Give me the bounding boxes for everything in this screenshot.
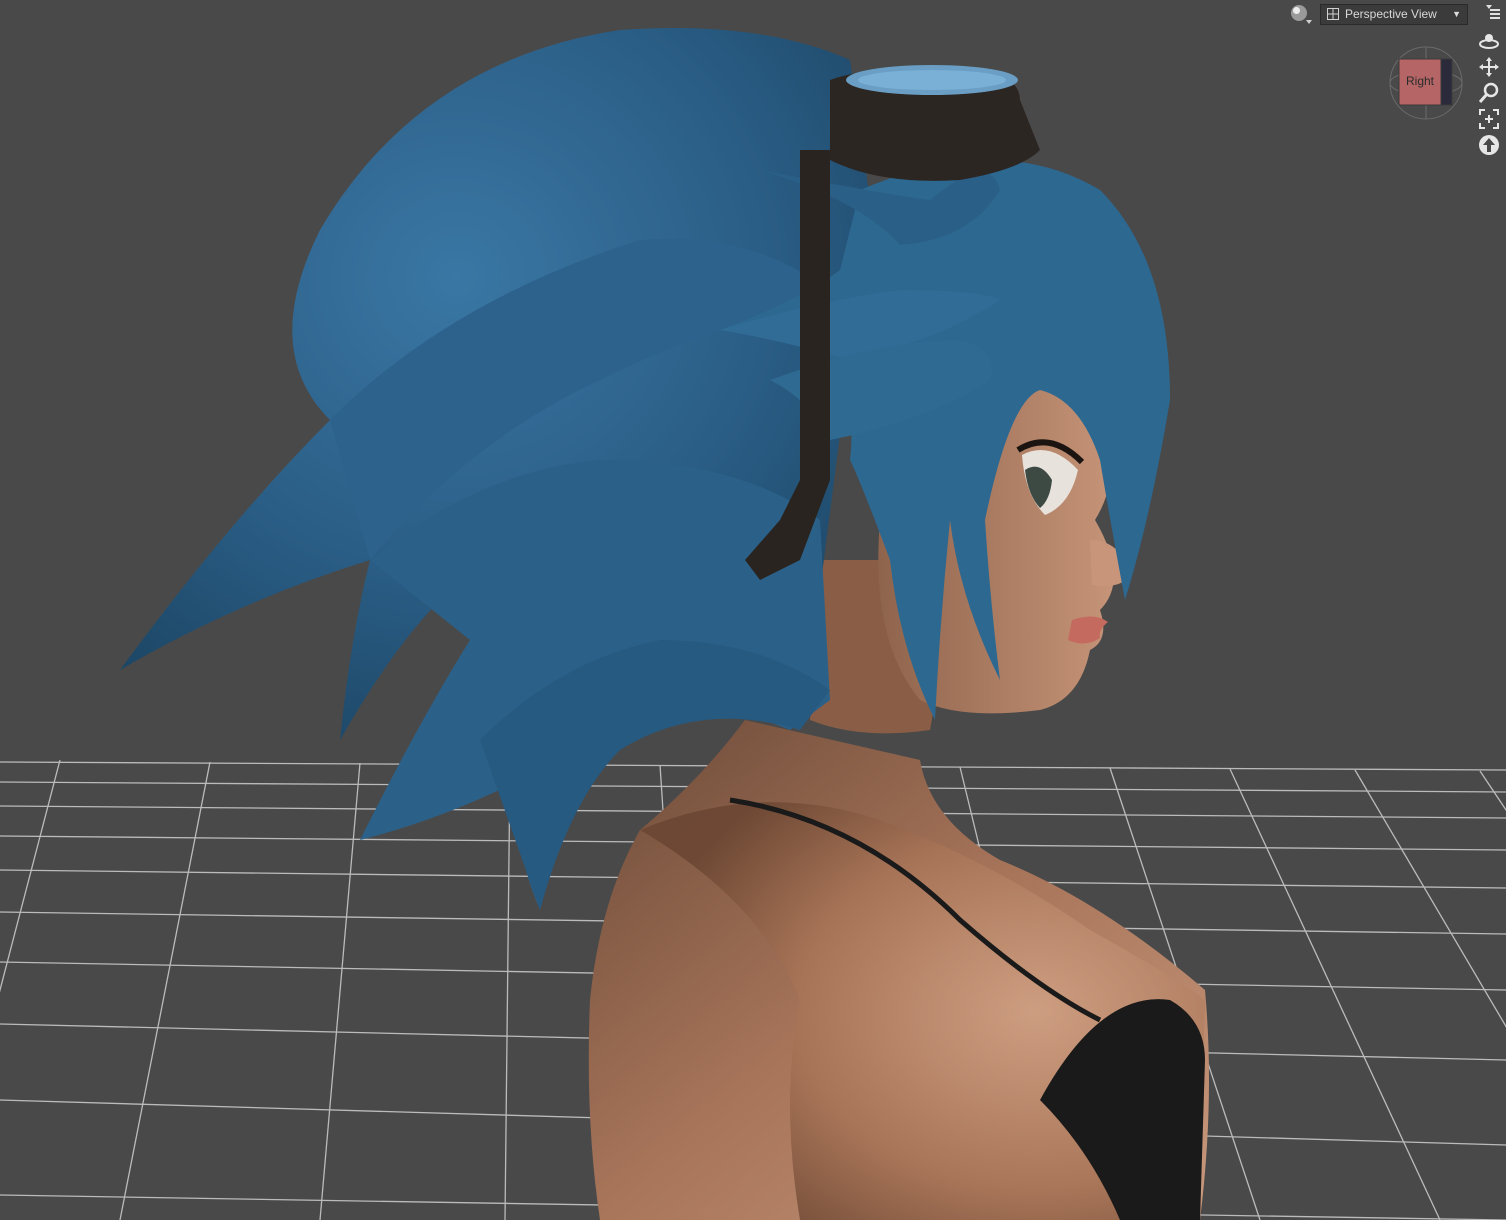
zoom-button[interactable] [1478,82,1500,104]
panel-menu-button[interactable] [1484,3,1502,21]
zoom-magnifier-icon [1478,82,1499,103]
reset-view-button[interactable] [1478,134,1500,156]
orbit-button[interactable] [1478,30,1500,52]
reset-view-icon [1479,135,1499,155]
navigation-tools [1476,30,1502,156]
frame-button[interactable] [1478,108,1500,130]
3d-viewport[interactable]: Perspective View ▼ Right [0,0,1506,1220]
render-mode-button[interactable] [1288,3,1314,25]
pan-move-icon [1479,57,1499,77]
orbit-icon [1479,34,1499,49]
scene-render[interactable] [0,0,1506,1220]
grid-layout-icon [1327,8,1339,20]
frame-selection-icon [1479,109,1499,129]
view-cube[interactable] [1388,45,1464,121]
panel-menu-icon [1486,5,1500,19]
sphere-shading-icon [1291,5,1312,24]
view-cube-gizmo [1389,46,1463,120]
figure-body[interactable] [588,720,1209,1220]
viewport-toolbar: Perspective View ▼ [1288,2,1468,26]
chevron-down-icon: ▼ [1452,9,1461,19]
pan-button[interactable] [1478,56,1500,78]
view-selector-dropdown[interactable]: Perspective View ▼ [1320,3,1468,25]
view-selector-label: Perspective View [1345,7,1437,21]
